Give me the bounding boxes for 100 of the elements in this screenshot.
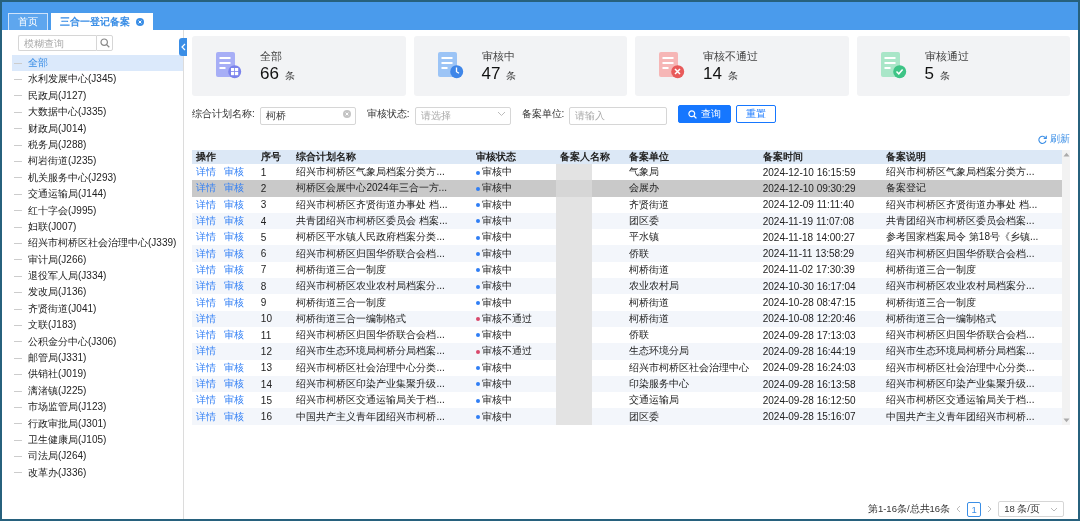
status-text: 审核中 bbox=[482, 329, 513, 341]
action-link[interactable]: 审核 bbox=[224, 360, 244, 375]
table-cell: 绍兴市柯桥区农业农村局档案分... bbox=[292, 278, 473, 295]
table-cell: 6 bbox=[256, 245, 293, 262]
action-link[interactable]: 审核 bbox=[224, 393, 244, 408]
table-cell: 绍兴市柯桥区交通运输局关于档... bbox=[292, 392, 473, 409]
action-link[interactable]: 审核 bbox=[224, 197, 244, 212]
action-link[interactable]: 审核 bbox=[224, 295, 244, 310]
action-link[interactable]: 详情 bbox=[196, 262, 216, 277]
field-label: 审核状态: bbox=[366, 107, 410, 121]
table-cell: 绍兴市柯桥区归国华侨联合会档... bbox=[882, 326, 1062, 344]
table-row[interactable]: 详情 审核 8 绍兴市柯桥区农业农村局档案分... 审核中 农业农村局 2024-10-30 16:17:04 绍兴市柯桥区农业农村局档案分... bbox=[192, 278, 1062, 295]
action-link[interactable]: 详情 bbox=[196, 377, 216, 391]
action-link[interactable]: 审核 bbox=[224, 230, 244, 245]
tab[interactable]: 三合一登记备案 bbox=[51, 13, 153, 30]
search-button[interactable]: 查询 bbox=[678, 105, 732, 123]
chevron-left-icon bbox=[180, 43, 186, 51]
table-cell: 柯桥区平水镇人民政府档案分类... bbox=[292, 229, 473, 246]
stat-count: 66 bbox=[260, 63, 279, 84]
action-link[interactable]: 详情 bbox=[196, 360, 216, 375]
table-cell: 柯桥街道三合一制度 bbox=[292, 294, 473, 311]
status-text: 审核不通过 bbox=[482, 345, 533, 357]
table-cell: 2024-10-30 16:17:04 bbox=[758, 278, 883, 295]
action-link[interactable]: 审核 bbox=[224, 328, 244, 343]
stat-unit: 条 bbox=[284, 68, 295, 83]
status-text: 审核中 bbox=[482, 361, 513, 373]
field-label: 综合计划名称: bbox=[192, 107, 255, 121]
action-link[interactable]: 详情 bbox=[196, 295, 216, 310]
stat-count: 5 bbox=[924, 63, 934, 84]
action-link[interactable]: 审核 bbox=[224, 262, 244, 277]
table-cell: 团区委 bbox=[624, 408, 759, 425]
stat-label: 审核通过 bbox=[924, 48, 969, 64]
action-link[interactable]: 详情 bbox=[196, 197, 216, 212]
action-link[interactable]: 详情 bbox=[196, 230, 216, 245]
status-dropdown[interactable]: 请选择 bbox=[414, 106, 511, 125]
action-link[interactable]: 详情 bbox=[196, 393, 216, 408]
table-cell: 绍兴市柯桥区齐贤街道办事处 档... bbox=[882, 196, 1062, 213]
table-cell: 14 bbox=[256, 375, 293, 393]
action-link[interactable]: 详情 bbox=[196, 409, 216, 424]
table-cell: 参考国家档案局令 第18号《乡镇... bbox=[882, 229, 1062, 246]
scroll-up-icon bbox=[1062, 152, 1070, 157]
refresh-button[interactable]: 刷新 bbox=[1038, 132, 1070, 146]
table-row[interactable]: 详情 审核 6 绍兴市柯桥区归国华侨联合会档... 审核中 侨联 2024-11-11 13:58:29 绍兴市柯桥区归国华侨联合会档... bbox=[192, 245, 1062, 262]
scrollbar[interactable] bbox=[1062, 150, 1070, 425]
page-size-dropdown[interactable]: 18 条/页 bbox=[998, 501, 1064, 517]
table-cell: 绍兴市生态环境局柯桥分局档案... bbox=[882, 343, 1062, 360]
table-cell: 2024-09-28 16:44:19 bbox=[758, 343, 883, 360]
table-row[interactable]: 详情 12 绍兴市生态环境局柯桥分局档案... 审核不通过 生态环境分局 2024-09-28 16:44:19 绍兴市生态环境局柯桥分局档案... bbox=[192, 343, 1062, 360]
table-cell: 2024-12-09 11:11:40 bbox=[758, 196, 883, 213]
status-text: 审核中 bbox=[482, 394, 513, 406]
name-field[interactable]: 柯桥 bbox=[259, 107, 356, 125]
table-cell: 5 bbox=[256, 229, 293, 246]
action-link[interactable]: 审核 bbox=[224, 214, 244, 229]
action-link[interactable]: 详情 bbox=[196, 328, 216, 343]
table-cell: 2024-12-10 16:15:59 bbox=[758, 164, 883, 181]
action-link[interactable]: 审核 bbox=[224, 409, 244, 424]
action-link[interactable]: 详情 bbox=[196, 344, 216, 359]
column-header: 备案人名称 bbox=[555, 150, 625, 164]
action-link[interactable]: 详情 bbox=[196, 311, 216, 326]
action-link[interactable]: 详情 bbox=[196, 246, 216, 261]
refresh-icon bbox=[1038, 134, 1047, 144]
action-link[interactable]: 详情 bbox=[196, 214, 216, 229]
table-row[interactable]: 详情 审核 16 中国共产主义青年团绍兴市柯桥... 审核中 团区委 2024-09-28 15:16:07 中国共产主义青年团绍兴市柯桥... bbox=[192, 408, 1062, 425]
search-field[interactable]: 模糊查询 bbox=[18, 35, 96, 51]
status-text: 审核中 bbox=[482, 378, 513, 389]
status-text: 审核不通过 bbox=[482, 312, 533, 324]
action-link[interactable]: 审核 bbox=[224, 377, 244, 391]
search-icon bbox=[99, 38, 110, 48]
page-summary: 第1-16条/总共16条 bbox=[867, 502, 951, 516]
search-button[interactable] bbox=[96, 35, 113, 51]
table-cell: 1 bbox=[256, 164, 293, 181]
table-cell: 12 bbox=[256, 343, 293, 360]
table-cell: 绍兴市柯桥区社会治理中心 bbox=[624, 359, 759, 376]
action-link[interactable]: 详情 bbox=[196, 279, 216, 294]
table-cell: 4 bbox=[256, 212, 293, 230]
unit-field[interactable]: 请输入 bbox=[569, 106, 668, 125]
action-link[interactable]: 审核 bbox=[224, 279, 244, 294]
stat-unit: 条 bbox=[939, 68, 950, 83]
action-link[interactable]: 审核 bbox=[224, 165, 244, 180]
action-link[interactable]: 审核 bbox=[224, 246, 244, 261]
action-link[interactable]: 详情 bbox=[196, 165, 216, 180]
collapse-handle[interactable] bbox=[179, 38, 187, 56]
table-cell: 13 bbox=[256, 359, 293, 376]
table-cell: 柯桥街道 bbox=[624, 261, 759, 279]
table-cell: 共青团绍兴市柯桥区委员会档案... bbox=[882, 212, 1062, 230]
reset-button[interactable]: 重置 bbox=[736, 105, 777, 123]
close-icon[interactable] bbox=[136, 17, 144, 26]
status-text: 审核中 bbox=[482, 215, 513, 227]
caret-icon bbox=[1050, 506, 1058, 512]
table-cell: 绍兴市柯桥区交通运输局关于档... bbox=[882, 392, 1062, 409]
column-header: 综合计划名称 bbox=[292, 150, 473, 164]
table-cell: 柯桥街道三合一编制格式 bbox=[292, 310, 473, 327]
table-cell: 中国共产主义青年团绍兴市柯桥... bbox=[292, 408, 473, 425]
page-button[interactable]: 1 bbox=[967, 501, 982, 517]
table-cell: 绍兴市柯桥区印染产业集聚升级... bbox=[882, 375, 1062, 393]
document-icon bbox=[657, 51, 685, 81]
table-cell: 中国共产主义青年团绍兴市柯桥... bbox=[882, 408, 1062, 425]
table-cell: 柯桥街道 bbox=[624, 310, 759, 327]
table-cell: 2024-10-08 12:20:46 bbox=[758, 310, 883, 327]
table-cell: 绍兴市柯桥区归国华侨联合会档... bbox=[882, 245, 1062, 262]
